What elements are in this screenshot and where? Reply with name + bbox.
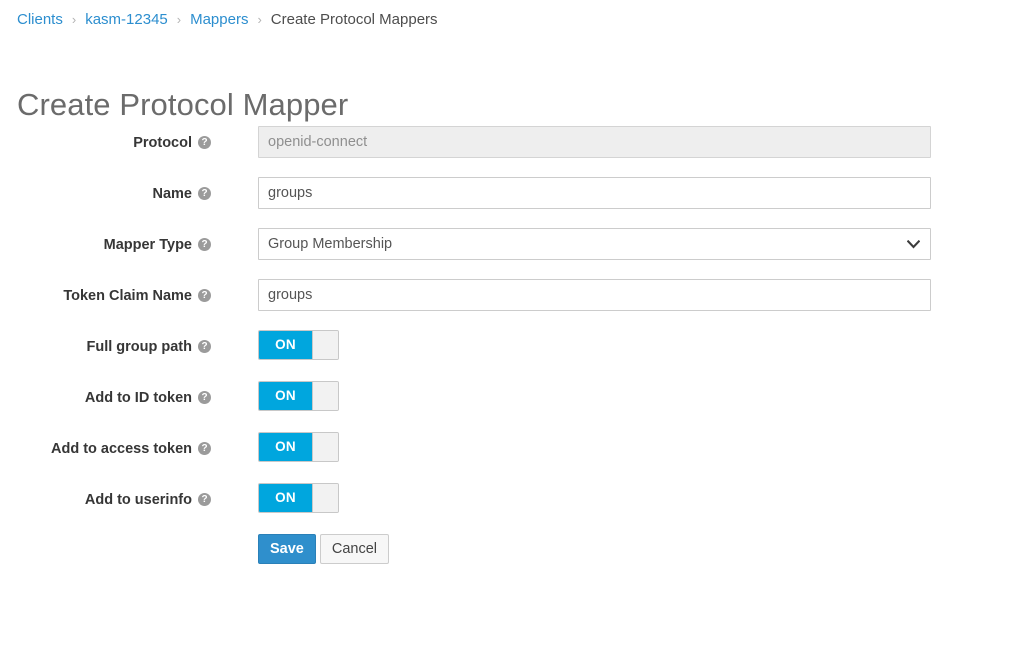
button-group: SaveCancel <box>258 534 389 564</box>
breadcrumb-item-clients[interactable]: Clients <box>17 11 63 28</box>
page-title: Create Protocol Mapper <box>17 87 348 123</box>
toggle-state-label: ON <box>259 433 312 461</box>
breadcrumb: Clients›kasm-12345›Mappers›Create Protoc… <box>17 10 438 30</box>
toggle-add-to-id-token[interactable]: ON <box>258 381 339 411</box>
help-icon[interactable]: ? <box>198 136 211 149</box>
help-icon[interactable]: ? <box>198 493 211 506</box>
control-wrap-mapper-type: Group Membership <box>258 228 931 260</box>
cancel-button[interactable]: Cancel <box>320 534 389 564</box>
control-wrap-full-group-path: ON <box>258 330 339 360</box>
label-add-to-access-token: Add to access token? <box>0 439 211 459</box>
form-row-token-claim-name: Token Claim Name? <box>0 279 1027 330</box>
form-row-name: Name? <box>0 177 1027 228</box>
control-wrap-name <box>258 177 931 209</box>
toggle-handle[interactable] <box>312 382 338 410</box>
label-token-claim-name: Token Claim Name? <box>0 286 211 306</box>
help-icon[interactable]: ? <box>198 289 211 302</box>
form-row-mapper-type: Mapper Type? Group Membership <box>0 228 1027 279</box>
form-row-add-to-userinfo: Add to userinfo? ON <box>0 483 1027 534</box>
breadcrumb-separator-icon: › <box>248 12 270 27</box>
toggle-full-group-path[interactable]: ON <box>258 330 339 360</box>
select-mapper-type[interactable]: Group Membership <box>258 228 931 260</box>
breadcrumb-item-create-protocol-mappers: Create Protocol Mappers <box>271 11 438 28</box>
control-wrap-add-to-id-token: ON <box>258 381 339 411</box>
control-wrap-add-to-access-token: ON <box>258 432 339 462</box>
toggle-handle[interactable] <box>312 484 338 512</box>
toggle-state-label: ON <box>259 484 312 512</box>
toggle-state-label: ON <box>259 331 312 359</box>
save-button[interactable]: Save <box>258 534 316 564</box>
toggle-handle[interactable] <box>312 433 338 461</box>
label-mapper-type: Mapper Type? <box>0 235 211 255</box>
label-protocol: Protocol? <box>0 133 211 153</box>
form-actions: SaveCancel <box>0 534 1027 574</box>
label-add-to-userinfo: Add to userinfo? <box>0 490 211 510</box>
form-row-add-to-access-token: Add to access token? ON <box>0 432 1027 483</box>
select-value: Group Membership <box>268 229 921 259</box>
toggle-add-to-access-token[interactable]: ON <box>258 432 339 462</box>
label-full-group-path: Full group path? <box>0 337 211 357</box>
breadcrumb-separator-icon: › <box>63 12 85 27</box>
label-name: Name? <box>0 184 211 204</box>
control-wrap-token-claim-name <box>258 279 931 311</box>
input-token-claim-name[interactable] <box>258 279 931 311</box>
label-text: Full group path <box>86 339 192 355</box>
input-protocol: openid-connect <box>258 126 931 158</box>
label-text: Token Claim Name <box>63 288 192 304</box>
label-text: Add to userinfo <box>85 492 192 508</box>
control-wrap-add-to-userinfo: ON <box>258 483 339 513</box>
breadcrumb-item-mappers[interactable]: Mappers <box>190 11 248 28</box>
help-icon[interactable]: ? <box>198 442 211 455</box>
help-icon[interactable]: ? <box>198 340 211 353</box>
help-icon[interactable]: ? <box>198 187 211 200</box>
help-icon[interactable]: ? <box>198 238 211 251</box>
control-wrap-protocol: openid-connect <box>258 126 931 158</box>
form-row-add-to-id-token: Add to ID token? ON <box>0 381 1027 432</box>
toggle-handle[interactable] <box>312 331 338 359</box>
form-row-protocol: Protocol? openid-connect <box>0 126 1027 177</box>
label-text: Protocol <box>133 135 192 151</box>
toggle-state-label: ON <box>259 382 312 410</box>
label-text: Mapper Type <box>104 237 192 253</box>
help-icon[interactable]: ? <box>198 391 211 404</box>
create-protocol-mapper-form: Protocol?openid-connectName?Mapper Type?… <box>0 126 1027 574</box>
input-name[interactable] <box>258 177 931 209</box>
toggle-add-to-userinfo[interactable]: ON <box>258 483 339 513</box>
form-row-full-group-path: Full group path? ON <box>0 330 1027 381</box>
label-text: Name <box>153 186 193 202</box>
breadcrumb-separator-icon: › <box>168 12 190 27</box>
label-text: Add to ID token <box>85 390 192 406</box>
breadcrumb-item-kasm-12345[interactable]: kasm-12345 <box>85 11 168 28</box>
label-add-to-id-token: Add to ID token? <box>0 388 211 408</box>
label-text: Add to access token <box>51 441 192 457</box>
